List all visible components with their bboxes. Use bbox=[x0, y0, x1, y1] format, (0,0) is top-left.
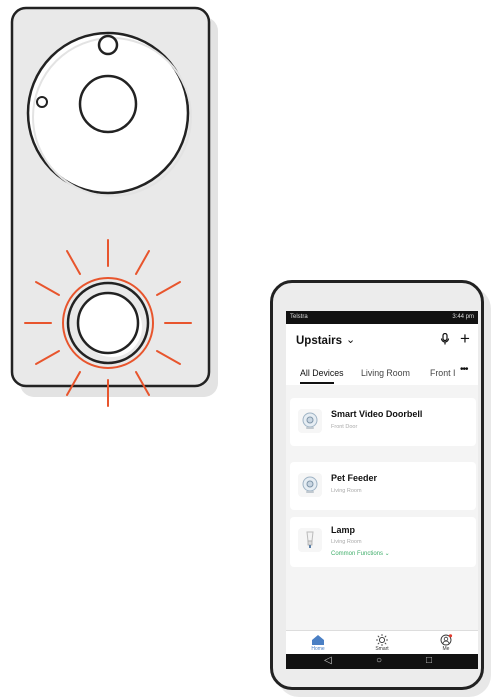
button-inner bbox=[76, 291, 140, 355]
app-screen: Telstra 3:44 pm Upstairs ⌄ + All Devices… bbox=[286, 311, 478, 669]
camera-lens bbox=[78, 74, 138, 134]
indicator-dot bbox=[36, 96, 48, 108]
device-name: Pet Feeder bbox=[331, 473, 378, 483]
active-tab-indicator bbox=[300, 382, 334, 384]
bottom-nav: Home Smart Me bbox=[286, 630, 478, 655]
camera-icon bbox=[298, 409, 322, 433]
plus-icon[interactable]: + bbox=[460, 329, 470, 349]
device-room: Front Door bbox=[331, 424, 358, 430]
chevron-down-icon[interactable]: ⌄ bbox=[346, 333, 355, 346]
device-list: Smart Video Doorbell Front Door Pet Feed… bbox=[286, 385, 478, 630]
nav-smart-label: Smart bbox=[375, 646, 389, 652]
status-time: 3:44 pm bbox=[452, 314, 474, 320]
home-key[interactable]: ○ bbox=[376, 655, 382, 667]
back-key[interactable]: ◁ bbox=[324, 655, 332, 667]
mic-icon[interactable] bbox=[440, 332, 450, 348]
tab-front[interactable]: Front I bbox=[430, 368, 455, 378]
app-header: Upstairs ⌄ + bbox=[286, 324, 478, 358]
device-card[interactable]: Smart Video Doorbell Front Door bbox=[290, 398, 476, 446]
more-icon[interactable]: ••• bbox=[460, 364, 468, 375]
sun-icon bbox=[375, 633, 389, 646]
device-card[interactable]: Lamp Living Room Common Functions ⌄ bbox=[290, 517, 476, 567]
device-card[interactable]: Pet Feeder Living Room bbox=[290, 462, 476, 510]
device-room: Living Room bbox=[331, 539, 362, 545]
system-nav-bar: ◁ ○ □ bbox=[286, 654, 478, 669]
home-icon bbox=[311, 633, 325, 645]
bulb-icon bbox=[298, 528, 322, 552]
recents-key[interactable]: □ bbox=[426, 655, 432, 667]
tab-living-room[interactable]: Living Room bbox=[361, 368, 410, 378]
nav-me-label: Me bbox=[442, 646, 450, 652]
room-tabs: All Devices Living Room Front I ••• bbox=[286, 358, 478, 384]
status-bar: Telstra 3:44 pm bbox=[286, 311, 478, 324]
device-name: Smart Video Doorbell bbox=[331, 409, 423, 419]
nav-home-label: Home bbox=[311, 646, 325, 652]
tab-all-devices[interactable]: All Devices bbox=[300, 368, 344, 378]
home-selector[interactable]: Upstairs bbox=[296, 335, 342, 347]
sensor-dot bbox=[97, 34, 119, 56]
device-room: Living Room bbox=[331, 488, 362, 494]
device-name: Lamp bbox=[331, 525, 356, 535]
camera-icon bbox=[298, 473, 322, 497]
common-functions-link[interactable]: Common Functions ⌄ bbox=[331, 550, 390, 557]
user-icon bbox=[439, 633, 453, 646]
status-carrier: Telstra bbox=[290, 314, 308, 320]
